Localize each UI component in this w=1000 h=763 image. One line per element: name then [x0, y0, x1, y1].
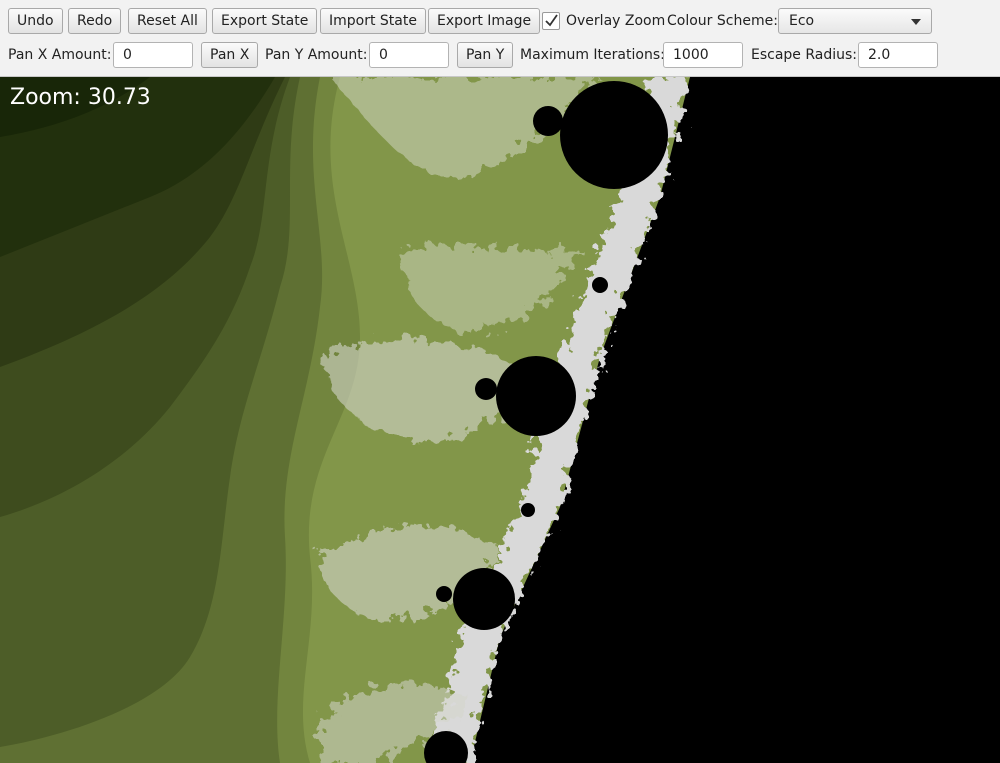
- pan-x-input[interactable]: [113, 42, 193, 68]
- colour-scheme-label: Colour Scheme:: [667, 13, 778, 29]
- undo-button[interactable]: Undo: [8, 8, 63, 34]
- pan-y-label: Pan Y Amount:: [265, 47, 368, 63]
- check-icon: [545, 14, 558, 27]
- colour-scheme-select[interactable]: Eco: [778, 8, 932, 34]
- pan-x-label: Pan X Amount:: [8, 47, 112, 63]
- zoom-overlay: Zoom: 30.73: [10, 85, 151, 110]
- redo-button[interactable]: Redo: [68, 8, 122, 34]
- pan-y-button[interactable]: Pan Y: [457, 42, 514, 68]
- toolbar: Undo Redo Reset All Export State Import …: [0, 0, 1000, 77]
- export-image-button[interactable]: Export Image: [428, 8, 541, 34]
- overlay-zoom-label[interactable]: Overlay Zoom: [566, 11, 665, 31]
- pan-y-input[interactable]: [369, 42, 449, 68]
- max-iterations-label: Maximum Iterations:: [520, 47, 665, 63]
- colour-scheme-value: Eco: [789, 13, 815, 29]
- overlay-zoom-checkbox[interactable]: [542, 12, 560, 30]
- fractal-image: [0, 77, 1000, 763]
- fractal-canvas[interactable]: [0, 77, 1000, 763]
- import-state-button[interactable]: Import State: [320, 8, 426, 34]
- pan-x-button[interactable]: Pan X: [201, 42, 259, 68]
- escape-radius-input[interactable]: [858, 42, 938, 68]
- max-iterations-input[interactable]: [663, 42, 743, 68]
- export-state-button[interactable]: Export State: [212, 8, 318, 34]
- reset-all-button[interactable]: Reset All: [128, 8, 207, 34]
- caret-down-icon: [911, 19, 921, 25]
- escape-radius-label: Escape Radius:: [751, 47, 858, 63]
